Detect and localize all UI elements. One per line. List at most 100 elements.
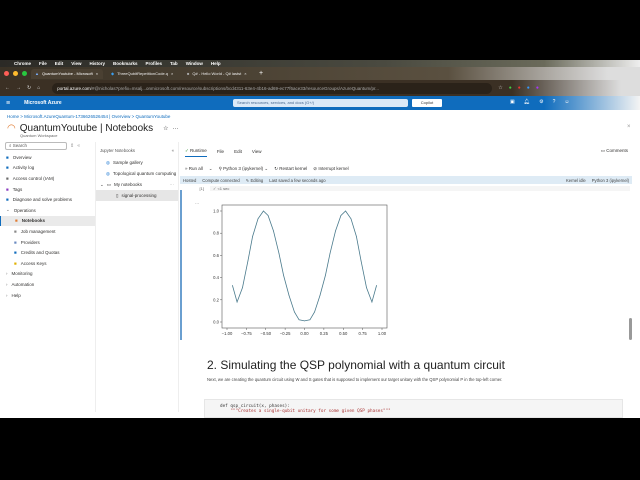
browser-tab[interactable]: ◆ ThreeQubitRepetitionCode.q ×: [107, 69, 179, 79]
tab-title: Q# - Hello World - Q# lastst: [192, 71, 242, 76]
new-tab-button[interactable]: +: [259, 70, 263, 77]
sidebar-item-label: Automation: [11, 281, 35, 287]
sidebar-item-label: Activity log: [12, 165, 35, 171]
menu-file[interactable]: File: [39, 61, 47, 66]
sidebar-item-help[interactable]: › Help: [0, 290, 95, 301]
notebook-file-signal-processing[interactable]: ▯ signal-processing: [96, 190, 178, 201]
home-icon[interactable]: ⌂: [37, 85, 40, 91]
collapse-icon[interactable]: «: [77, 143, 80, 149]
tab-edit[interactable]: Edit: [234, 149, 242, 157]
settings-gear-icon[interactable]: ⚙: [539, 99, 543, 105]
help-icon[interactable]: ?: [553, 99, 556, 105]
notebook-folder-topological[interactable]: ◍ Topological quantum computing: [96, 168, 178, 179]
x-tick-label: 1.00: [378, 331, 387, 336]
copilot-button[interactable]: Copilot: [412, 99, 442, 107]
sidebar-item-notebooks[interactable]: ■ Notebooks: [0, 215, 95, 227]
output-collapse-toggle[interactable]: ...: [195, 200, 199, 206]
sidebar-item-label: Providers: [20, 239, 40, 245]
interrupt-kernel-button[interactable]: ⊘ Interrupt kernel: [313, 166, 348, 172]
menu-view[interactable]: View: [71, 61, 81, 66]
code-cell[interactable]: def qsp_circuit(x, phases): """Creates a…: [204, 399, 623, 418]
vertical-scrollbar[interactable]: [629, 318, 632, 340]
run-options-dropdown[interactable]: ⌄: [209, 166, 213, 172]
y-tick-label: 0.6: [213, 253, 219, 258]
status-compute: Compute connected: [202, 177, 240, 183]
menu-search-input[interactable]: ⌕ Search: [5, 142, 67, 150]
mac-menu-bar: Chrome File Edit View History Bookmarks Profil…: [0, 60, 640, 67]
notebook-folder-sample-gallery[interactable]: ◍ Sample gallery: [96, 157, 178, 168]
kernel-selector[interactable]: ⚲ Python 3 (ipykernel) ⌄: [219, 166, 269, 172]
extension-icon[interactable]: ●: [509, 85, 512, 91]
menu-window[interactable]: Window: [186, 61, 203, 66]
reload-icon[interactable]: ↻: [27, 85, 31, 91]
menu-edit[interactable]: Edit: [55, 61, 64, 66]
sidebar-item-access-keys[interactable]: ■ Access Keys: [0, 258, 95, 269]
notebook-folder-my-notebooks[interactable]: ⌄ ▭ My notebooks ···: [96, 179, 178, 190]
notebooks-panel-title: Jupyter Notebooks: [100, 148, 135, 153]
sidebar-item-automation[interactable]: › Automation: [0, 279, 95, 290]
menu-history[interactable]: History: [89, 61, 105, 66]
global-search-input[interactable]: Search resources, services, and docs (G+…: [233, 99, 408, 107]
tab-runtime[interactable]: ✓ Runtime: [185, 148, 207, 157]
hamburger-menu-icon[interactable]: ≡: [6, 100, 10, 107]
breadcrumb-link[interactable]: Microsoft.AzureQuantum-1736626526454 | O…: [24, 114, 130, 119]
breadcrumb-link[interactable]: QuantumYoutube: [136, 114, 171, 119]
url-input[interactable]: portal.azure.com/#@nicholas?prefix=msalj…: [52, 82, 493, 94]
menu-profiles[interactable]: Profiles: [146, 61, 163, 66]
sidebar-item-activity-log[interactable]: ■ Activity log: [0, 163, 95, 174]
tab-title: QuantumYoutube - Microsoft: [41, 71, 93, 76]
notifications-icon[interactable]: 🔔︎: [524, 99, 530, 105]
breadcrumb-link[interactable]: Home: [7, 114, 19, 119]
comments-button[interactable]: ▭ Comments: [601, 148, 628, 157]
x-tick-label: 0.75: [359, 331, 368, 336]
more-options-icon[interactable]: ···: [170, 182, 175, 187]
sidebar-item-overview[interactable]: ■ Overview: [0, 152, 95, 163]
job-icon: ■: [14, 228, 17, 234]
sidebar-item-tags[interactable]: ■ Tags: [0, 184, 95, 195]
feedback-icon[interactable]: ☺: [564, 99, 569, 105]
extension-icon[interactable]: ●: [536, 85, 539, 91]
azure-brand[interactable]: Microsoft Azure: [24, 100, 62, 106]
data-point: [247, 260, 249, 262]
x-tick-label: 0.00: [300, 331, 309, 336]
sidebar-item-providers[interactable]: ■ Providers: [0, 237, 95, 248]
forward-icon[interactable]: →: [16, 85, 21, 91]
extension-icon[interactable]: ●: [518, 85, 521, 91]
more-options-icon[interactable]: ···: [173, 126, 179, 132]
expand-icon[interactable]: ⇕: [70, 143, 74, 149]
run-all-button[interactable]: » Run all: [185, 166, 203, 171]
menu-help[interactable]: Help: [211, 61, 221, 66]
sidebar-item-access-control-iam[interactable]: ■ Access control (IAM): [0, 173, 95, 184]
maximize-window-button[interactable]: [22, 71, 27, 76]
favorite-star-icon[interactable]: ☆: [163, 125, 168, 132]
close-window-button[interactable]: [4, 71, 9, 76]
tab-file[interactable]: File: [217, 149, 224, 157]
notebook-status-bar: Hosted Compute connected ✎ Editing Last …: [180, 176, 632, 184]
browser-tab[interactable]: ■ Q# - Hello World - Q# lastst ×: [183, 69, 255, 79]
page-subtitle: Quantum Workspace: [20, 133, 58, 138]
data-point: [376, 285, 377, 286]
sidebar-item-credits-and-quotas[interactable]: ■ Credits and Quotas: [0, 247, 95, 258]
menu-chrome[interactable]: Chrome: [14, 61, 31, 66]
back-icon[interactable]: ←: [5, 85, 10, 91]
collapse-panel-icon[interactable]: «: [172, 148, 174, 153]
close-blade-icon[interactable]: ×: [627, 124, 631, 130]
minimize-window-button[interactable]: [13, 71, 18, 76]
sidebar-item-operations[interactable]: ⌄ Operations: [0, 205, 95, 216]
menu-bookmarks[interactable]: Bookmarks: [113, 61, 138, 66]
screen-border: [0, 418, 640, 480]
sidebar-item-diagnose-and-solve-problems[interactable]: ■ Diagnose and solve problems: [0, 194, 95, 205]
menu-tab[interactable]: Tab: [170, 61, 178, 66]
bookmark-star-icon[interactable]: ☆: [498, 85, 502, 91]
data-point: [360, 260, 362, 262]
restart-kernel-button[interactable]: ↻ Restart kernel: [274, 166, 307, 172]
cloud-shell-icon[interactable]: ▣: [510, 99, 515, 105]
sidebar-item-monitoring[interactable]: › Monitoring: [0, 269, 95, 280]
key-icon: ■: [14, 260, 17, 266]
tab-view[interactable]: View: [252, 149, 262, 157]
item-label: Topological quantum computing: [112, 171, 177, 176]
sidebar-item-job-management[interactable]: ■ Job management: [0, 226, 95, 237]
extension-icon[interactable]: ●: [527, 85, 530, 91]
interrupt-icon: ⊘: [313, 165, 318, 171]
browser-tab[interactable]: ▲ QuantumYoutube - Microsoft ×: [31, 68, 103, 79]
